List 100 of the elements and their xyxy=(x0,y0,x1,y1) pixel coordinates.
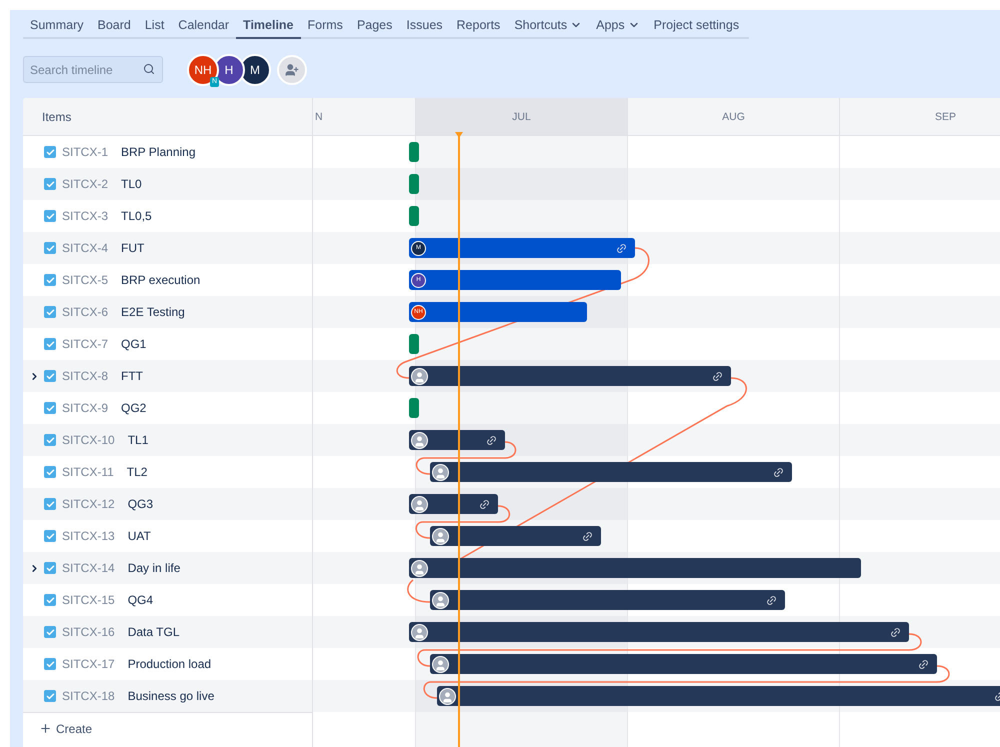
user-avatar-icon xyxy=(411,432,428,448)
issue-summary: Data TGL xyxy=(128,625,180,639)
issue-summary: QG3 xyxy=(128,497,154,511)
task-icon xyxy=(44,338,56,350)
item-row[interactable]: SITCX-8 FTT xyxy=(23,360,312,392)
item-row[interactable]: SITCX-18 Business go live xyxy=(23,680,312,712)
task-icon xyxy=(44,146,56,158)
issue-summary: UAT xyxy=(128,529,151,543)
task-icon xyxy=(44,402,56,414)
nav-tab[interactable]: Apps xyxy=(589,14,647,39)
nav-tab[interactable]: Project settings xyxy=(646,14,746,39)
nav-tab[interactable]: Forms xyxy=(300,14,350,39)
timeline-bar[interactable] xyxy=(409,622,909,642)
task-icon xyxy=(44,530,56,542)
task-icon xyxy=(44,498,56,510)
add-people-button[interactable] xyxy=(277,54,307,84)
issue-summary: QG1 xyxy=(121,337,146,351)
task-icon xyxy=(44,466,56,478)
issue-summary: QG2 xyxy=(121,401,146,415)
nav-tab[interactable]: Board xyxy=(90,14,138,39)
milestone-marker[interactable] xyxy=(409,206,419,226)
issue-summary: TL1 xyxy=(128,433,148,447)
issue-summary: FUT xyxy=(121,241,144,255)
issue-key: SITCX-8 xyxy=(62,369,108,383)
issue-summary: BRP Planning xyxy=(121,145,196,159)
user-avatar-icon xyxy=(411,496,428,512)
task-icon xyxy=(44,242,56,254)
month-header: JUL xyxy=(416,98,628,136)
timeline-bar[interactable] xyxy=(409,366,731,386)
item-row[interactable]: SITCX-2 TL0 xyxy=(23,168,312,200)
issue-summary: TL2 xyxy=(126,465,148,479)
item-row[interactable]: SITCX-12 QG3 xyxy=(23,488,312,520)
user-avatar-icon xyxy=(411,624,428,640)
issue-key: SITCX-16 xyxy=(62,625,115,639)
issue-key: SITCX-5 xyxy=(62,273,108,287)
milestone-marker[interactable] xyxy=(409,174,419,194)
timeline-bar[interactable] xyxy=(430,526,601,546)
issue-key: SITCX-4 xyxy=(62,241,108,255)
timeline-bar[interactable] xyxy=(430,654,937,674)
item-row[interactable]: SITCX-14 Day in life xyxy=(23,552,312,584)
user-avatar-icon xyxy=(432,656,449,672)
issue-summary: E2E Testing xyxy=(121,305,185,319)
milestone-marker[interactable] xyxy=(409,334,419,354)
task-icon xyxy=(44,306,56,318)
item-row[interactable]: SITCX-16 Data TGL xyxy=(23,616,312,648)
search-icon xyxy=(143,63,155,75)
task-icon xyxy=(44,690,56,702)
task-icon xyxy=(44,594,56,606)
add-user-icon xyxy=(285,62,299,76)
month-header: N xyxy=(313,98,416,136)
user-avatar-icon xyxy=(439,688,456,704)
issue-key: SITCX-3 xyxy=(62,209,108,223)
timeline-bar[interactable] xyxy=(430,590,785,610)
task-icon xyxy=(44,210,56,222)
item-row[interactable]: SITCX-6 E2E Testing xyxy=(23,296,312,328)
month-header: AUG xyxy=(628,98,840,136)
nav-tab[interactable]: Calendar xyxy=(171,14,236,39)
month-header: SEP xyxy=(840,98,1000,136)
timeline-bar[interactable] xyxy=(437,686,1000,706)
nav-tab[interactable]: Pages xyxy=(350,14,400,39)
issue-summary: TL0 xyxy=(121,177,142,191)
issue-key: SITCX-2 xyxy=(62,177,108,191)
nav-tab[interactable]: Reports xyxy=(450,14,508,39)
issue-summary: QG4 xyxy=(128,593,154,607)
timeline-bar[interactable] xyxy=(409,494,498,514)
issue-key: SITCX-6 xyxy=(62,305,108,319)
user-avatar-icon xyxy=(432,592,449,608)
user-avatar-icon xyxy=(432,464,449,480)
task-icon xyxy=(44,434,56,446)
task-icon xyxy=(44,658,56,670)
task-icon xyxy=(44,626,56,638)
item-row[interactable]: SITCX-10 TL1 xyxy=(23,424,312,456)
nav-tab[interactable]: Timeline xyxy=(236,14,301,39)
user-avatar-icon xyxy=(432,528,449,544)
milestone-marker[interactable] xyxy=(409,398,419,418)
nav-tab[interactable]: Shortcuts xyxy=(507,14,590,39)
nav-tab[interactable]: List xyxy=(138,14,172,39)
issue-summary: BRP execution xyxy=(121,273,200,287)
issue-key: SITCX-18 xyxy=(62,689,115,703)
task-icon xyxy=(44,178,56,190)
issue-summary: TL0,5 xyxy=(121,209,152,223)
issue-key: SITCX-9 xyxy=(62,401,108,415)
issue-key: SITCX-14 xyxy=(62,561,115,575)
timeline-bar[interactable] xyxy=(409,430,505,450)
search-field[interactable]: Search timeline xyxy=(23,56,163,83)
timeline-bar[interactable] xyxy=(409,558,861,578)
issue-summary: Day in life xyxy=(128,561,180,575)
issue-summary: Business go live xyxy=(128,689,214,703)
issue-key: SITCX-12 xyxy=(62,497,115,511)
issue-key: SITCX-13 xyxy=(62,529,115,543)
task-icon xyxy=(44,370,56,382)
nav-tab[interactable]: Issues xyxy=(399,14,450,39)
issue-key: SITCX-1 xyxy=(62,145,108,159)
item-row[interactable]: SITCX-4 FUT xyxy=(23,232,312,264)
issue-key: SITCX-15 xyxy=(62,593,115,607)
milestone-marker[interactable] xyxy=(409,142,419,162)
items-header: Items xyxy=(23,98,312,136)
timeline-bar[interactable] xyxy=(430,462,792,482)
task-icon xyxy=(44,562,56,574)
nav-tab[interactable]: Summary xyxy=(23,14,90,39)
